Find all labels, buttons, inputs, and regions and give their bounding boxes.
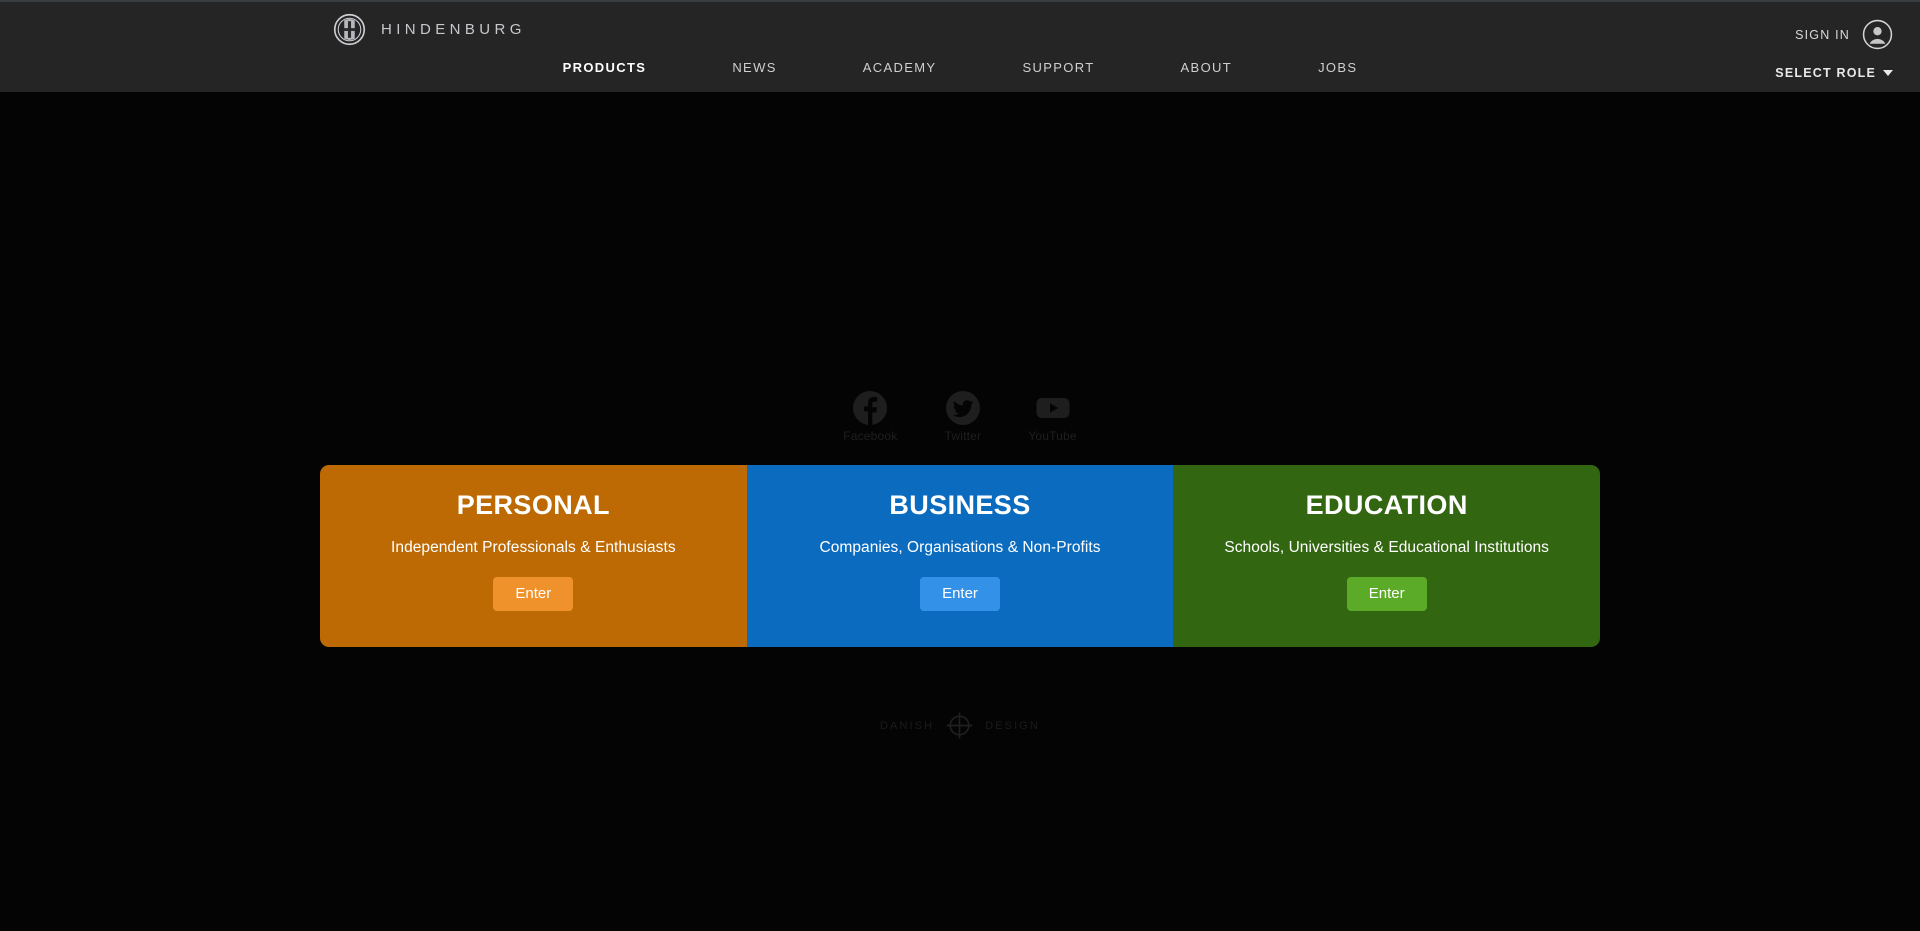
- brand-wordmark: HINDENBURG: [381, 21, 526, 38]
- role-card-education[interactable]: EDUCATION Schools, Universities & Educat…: [1173, 465, 1600, 647]
- sign-in-link[interactable]: SIGN IN: [1795, 28, 1850, 42]
- danish-design-left-word: DANISH: [880, 719, 935, 732]
- twitter-icon: [945, 390, 981, 426]
- social-label-youtube: YouTube: [1028, 429, 1077, 443]
- youtube-icon: [1035, 390, 1071, 426]
- main-navigation: PRODUCTS NEWS ACADEMY SUPPORT ABOUT JOBS: [0, 60, 1920, 75]
- role-card-subtitle: Companies, Organisations & Non-Profits: [819, 539, 1101, 556]
- nav-item-support[interactable]: SUPPORT: [1022, 60, 1094, 75]
- role-card-subtitle: Independent Professionals & Enthusiasts: [391, 539, 676, 556]
- danish-design-right-word: DESIGN: [985, 719, 1040, 732]
- role-card-group: PERSONAL Independent Professionals & Ent…: [320, 465, 1600, 647]
- social-link-youtube[interactable]: YouTube: [1028, 390, 1077, 443]
- social-link-facebook[interactable]: Facebook: [843, 390, 897, 443]
- role-card-subtitle: Schools, Universities & Educational Inst…: [1224, 539, 1549, 556]
- facebook-icon: [852, 390, 888, 426]
- enter-button-education[interactable]: Enter: [1346, 576, 1427, 611]
- nav-item-products[interactable]: PRODUCTS: [563, 60, 647, 75]
- social-label-twitter: Twitter: [944, 429, 982, 443]
- user-avatar-icon[interactable]: [1862, 19, 1893, 50]
- page-body: Facebook Twitter YouTube PERSONAL Indepe…: [0, 92, 1920, 931]
- enter-button-business[interactable]: Enter: [920, 576, 1000, 611]
- role-card-title: BUSINESS: [889, 490, 1031, 520]
- site-header: HINDENBURG PRODUCTS NEWS ACADEMY SUPPORT…: [0, 0, 1920, 92]
- social-link-twitter[interactable]: Twitter: [945, 390, 982, 443]
- danish-design-mark: DANISH DESIGN: [0, 711, 1920, 740]
- hindenburg-circle-h-icon: [333, 13, 366, 46]
- role-card-title: PERSONAL: [456, 490, 610, 520]
- select-role-dropdown[interactable]: SELECT ROLE: [1775, 66, 1893, 80]
- brand-logo[interactable]: HINDENBURG: [333, 13, 526, 46]
- role-card-personal[interactable]: PERSONAL Independent Professionals & Ent…: [320, 465, 747, 647]
- role-card-title: EDUCATION: [1305, 490, 1468, 520]
- select-role-label: SELECT ROLE: [1775, 66, 1876, 80]
- nav-item-jobs[interactable]: JOBS: [1318, 60, 1357, 75]
- social-links: Facebook Twitter YouTube: [0, 390, 1920, 443]
- nav-item-news[interactable]: NEWS: [732, 60, 776, 75]
- danish-design-circle-cross-icon: [945, 711, 974, 740]
- social-label-facebook: Facebook: [843, 429, 898, 443]
- account-area: SIGN IN: [1795, 19, 1893, 50]
- nav-item-about[interactable]: ABOUT: [1181, 60, 1233, 75]
- role-card-business[interactable]: BUSINESS Companies, Organisations & Non-…: [746, 465, 1174, 647]
- nav-item-academy[interactable]: ACADEMY: [863, 60, 937, 75]
- chevron-down-icon: [1883, 70, 1893, 76]
- enter-button-personal[interactable]: Enter: [493, 576, 574, 611]
